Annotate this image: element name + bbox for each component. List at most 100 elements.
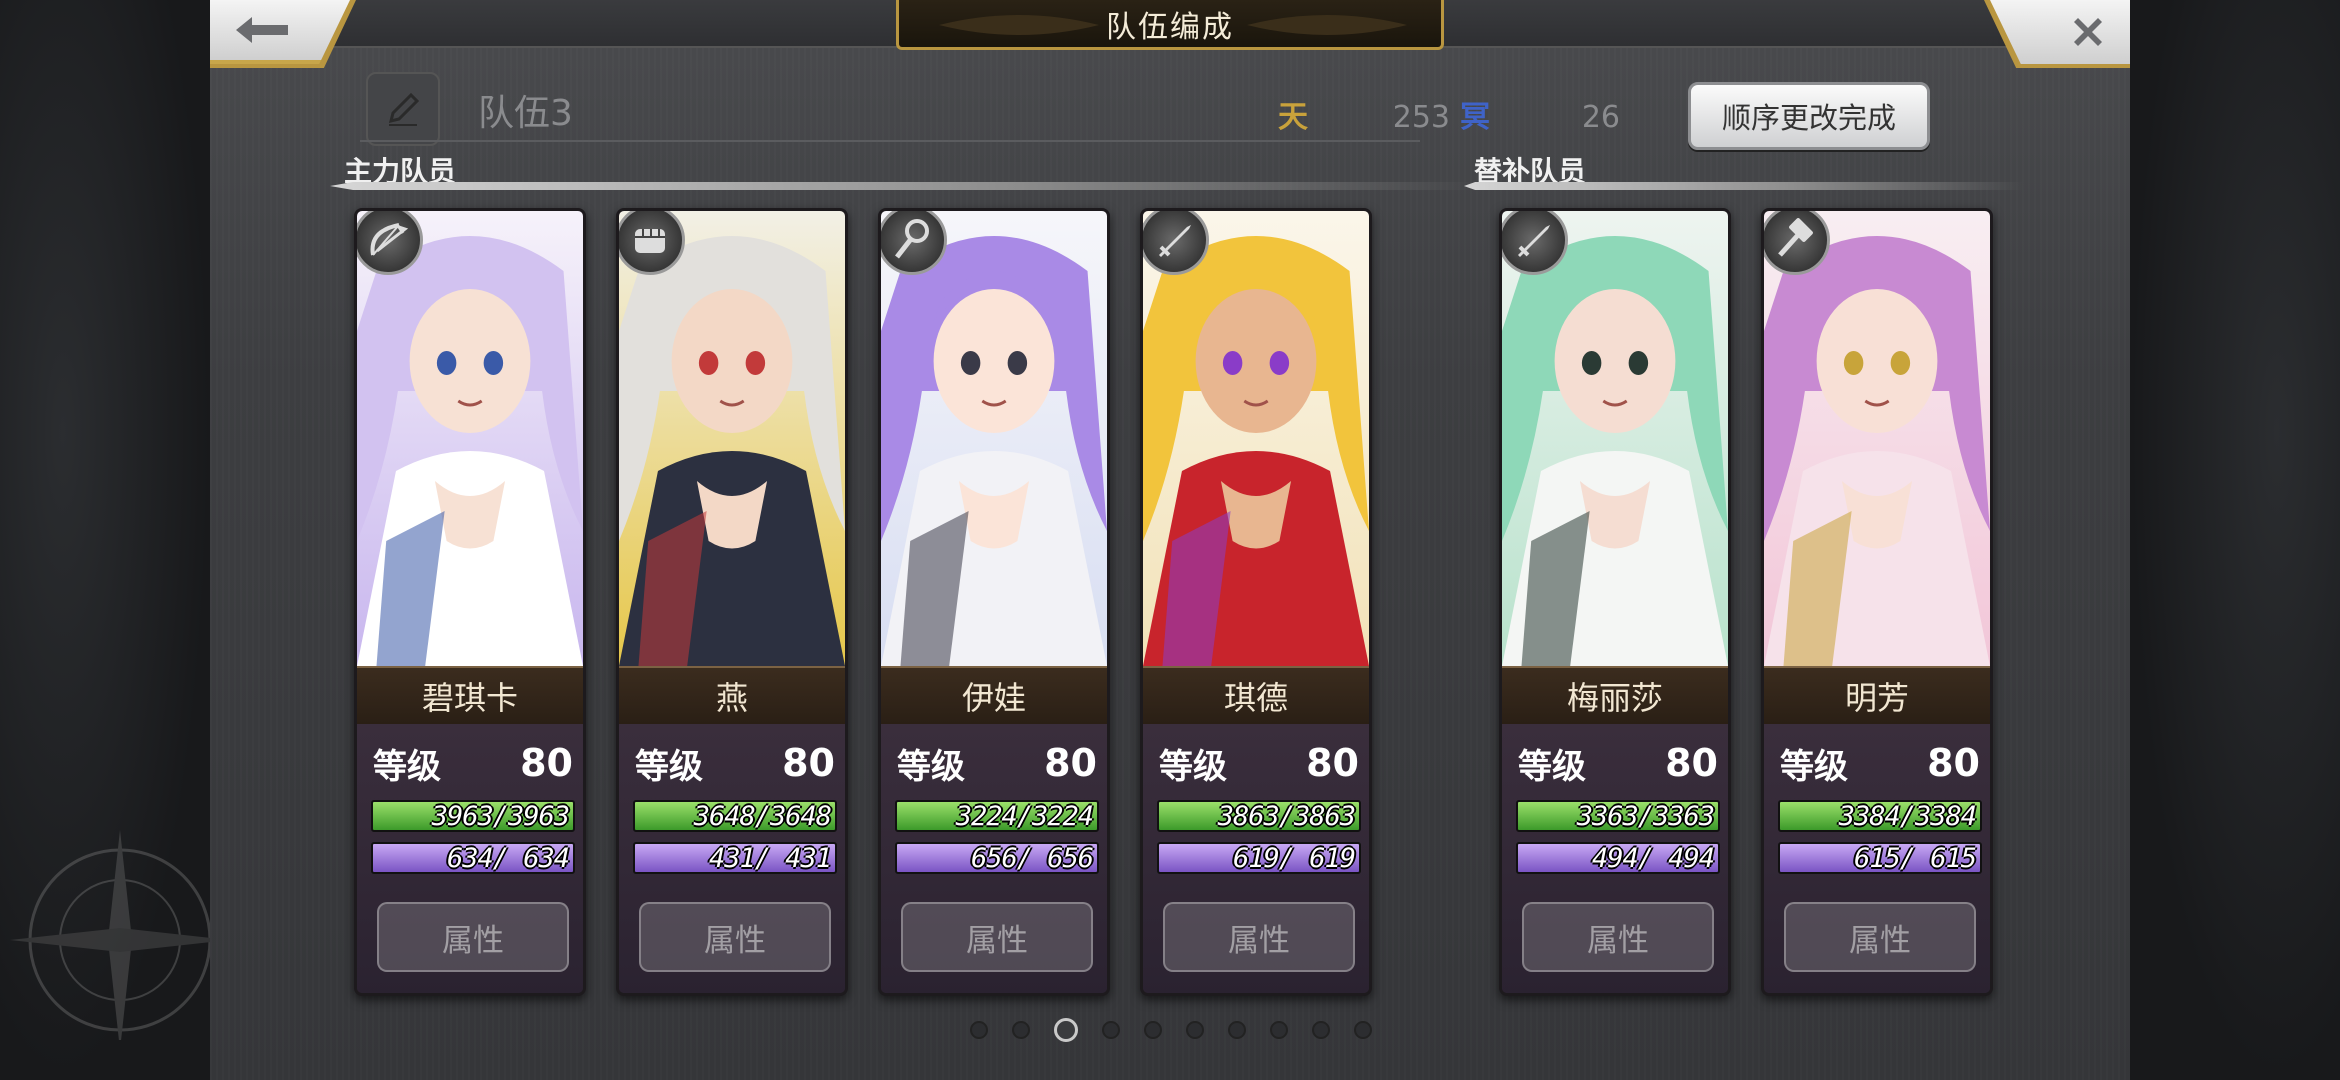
hp-value: 3224/3224 [955,800,1094,832]
hp-bar: 3963/3963 [371,800,575,832]
page-dot[interactable] [1144,1021,1162,1039]
hp-value: 3863/3863 [1217,800,1356,832]
member-stats: 等级 80 3363/3363 494/ 494 属性 [1502,724,1728,993]
member-card[interactable]: 碧琪卡 等级 80 3963/3963 634/ 634 属性 [354,208,586,996]
level-value: 80 [520,741,573,785]
page-dot[interactable] [1270,1021,1288,1039]
mp-bar: 494/ 494 [1516,842,1720,874]
fist-icon [635,229,665,253]
member-name: 梅丽莎 [1566,679,1663,717]
right-side-panel [2130,0,2340,1080]
rename-team-button[interactable] [366,72,440,146]
level-label: 等级 [373,746,441,787]
left-side-panel [0,0,210,1080]
member-card[interactable]: 梅丽莎 等级 80 3363/3363 494/ 494 属性 [1499,208,1731,996]
arrow-left-icon [236,17,288,43]
underworld-cost-icon: 冥 [1460,100,1490,135]
mp-bar: 634/ 634 [371,842,575,874]
attribute-button[interactable]: 属性 [901,902,1093,972]
level-label: 等级 [1780,746,1848,787]
character-portrait [357,211,583,666]
member-name: 琪德 [1223,679,1288,717]
member-name-plate: 燕 [619,666,845,724]
member-card[interactable]: 燕 等级 80 3648/3648 431/ 431 属性 [616,208,848,996]
attribute-button[interactable]: 属性 [639,902,831,972]
mp-value: 615/ 615 [1838,842,1977,874]
character-portrait [881,211,1107,666]
hp-value: 3963/3963 [431,800,570,832]
reserve-members-divider [1464,182,2024,190]
underworld-cost-value: 26 [1581,100,1620,135]
member-name-plate: 明芳 [1764,666,1990,724]
mp-value: 656/ 656 [955,842,1094,874]
attribute-button[interactable]: 属性 [1522,902,1714,972]
member-card[interactable]: 伊娃 等级 80 3224/3224 656/ 656 属性 [878,208,1110,996]
level-row: 等级 80 [1159,738,1359,788]
member-stats: 等级 80 3863/3863 619/ 619 属性 [1143,724,1369,993]
member-name: 伊娃 [961,679,1026,717]
member-name-plate: 琪德 [1143,666,1369,724]
hp-bar: 3384/3384 [1778,800,1982,832]
character-portrait [1502,211,1728,666]
page-title: 队伍编成 [1106,9,1234,45]
mp-value: 634/ 634 [431,842,570,874]
class-badge [1143,211,1209,275]
member-stats: 等级 80 3648/3648 431/ 431 属性 [619,724,845,993]
character-portrait [1764,211,1990,666]
page-dot[interactable] [1354,1021,1372,1039]
level-value: 80 [1044,741,1097,785]
character-portrait [1143,211,1369,666]
class-badge [1502,211,1568,275]
hp-bar: 3863/3863 [1157,800,1361,832]
member-stats: 等级 80 3963/3963 634/ 634 属性 [357,724,583,993]
class-badge [357,211,423,275]
level-label: 等级 [897,746,965,787]
level-row: 等级 80 [1518,738,1718,788]
level-label: 等级 [635,746,703,787]
team-name: 队伍3 [478,93,573,134]
hp-value: 3384/3384 [1838,800,1977,832]
level-row: 等级 80 [373,738,573,788]
sword-icon [1518,225,1550,257]
member-card[interactable]: 琪德 等级 80 3863/3863 619/ 619 属性 [1140,208,1372,996]
character-portrait [619,211,845,666]
level-value: 80 [1927,741,1980,785]
order-change-done-button[interactable]: 顺序更改完成 [1688,82,1930,150]
attribute-button[interactable]: 属性 [1163,902,1355,972]
page-dot[interactable] [1012,1021,1030,1039]
member-name: 明芳 [1844,679,1909,717]
hp-value: 3648/3648 [693,800,832,832]
class-badge [619,211,685,275]
level-value: 80 [1306,741,1359,785]
sword-icon [1159,225,1191,257]
level-label: 等级 [1518,746,1586,787]
hammer-icon [1778,218,1813,257]
page-dot[interactable] [1102,1021,1120,1039]
mp-bar: 656/ 656 [895,842,1099,874]
member-stats: 等级 80 3224/3224 656/ 656 属性 [881,724,1107,993]
member-stats: 等级 80 3384/3384 615/ 615 属性 [1764,724,1990,993]
main-members-divider [330,182,1480,190]
attribute-button[interactable]: 属性 [1784,902,1976,972]
member-card[interactable]: 明芳 等级 80 3384/3384 615/ 615 属性 [1761,208,1993,996]
class-badge [881,211,947,275]
hp-bar: 3363/3363 [1516,800,1720,832]
heaven-cost-value: 253 [1392,100,1450,135]
member-name-plate: 碧琪卡 [357,666,583,724]
page-dot[interactable] [1228,1021,1246,1039]
attribute-button[interactable]: 属性 [377,902,569,972]
mp-value: 494/ 494 [1576,842,1715,874]
page-dot[interactable] [1054,1018,1078,1042]
compass-ornament-icon [10,830,210,1040]
hp-bar: 3648/3648 [633,800,837,832]
page-dot[interactable] [1186,1021,1204,1039]
page-indicator [970,1018,1372,1042]
title-plate: 队伍编成 [896,0,1444,50]
bow-icon [370,223,409,256]
close-icon [2074,18,2102,46]
member-name: 燕 [715,679,748,717]
pencil-icon [388,92,420,126]
level-row: 等级 80 [897,738,1097,788]
page-dot[interactable] [970,1021,988,1039]
page-dot[interactable] [1312,1021,1330,1039]
